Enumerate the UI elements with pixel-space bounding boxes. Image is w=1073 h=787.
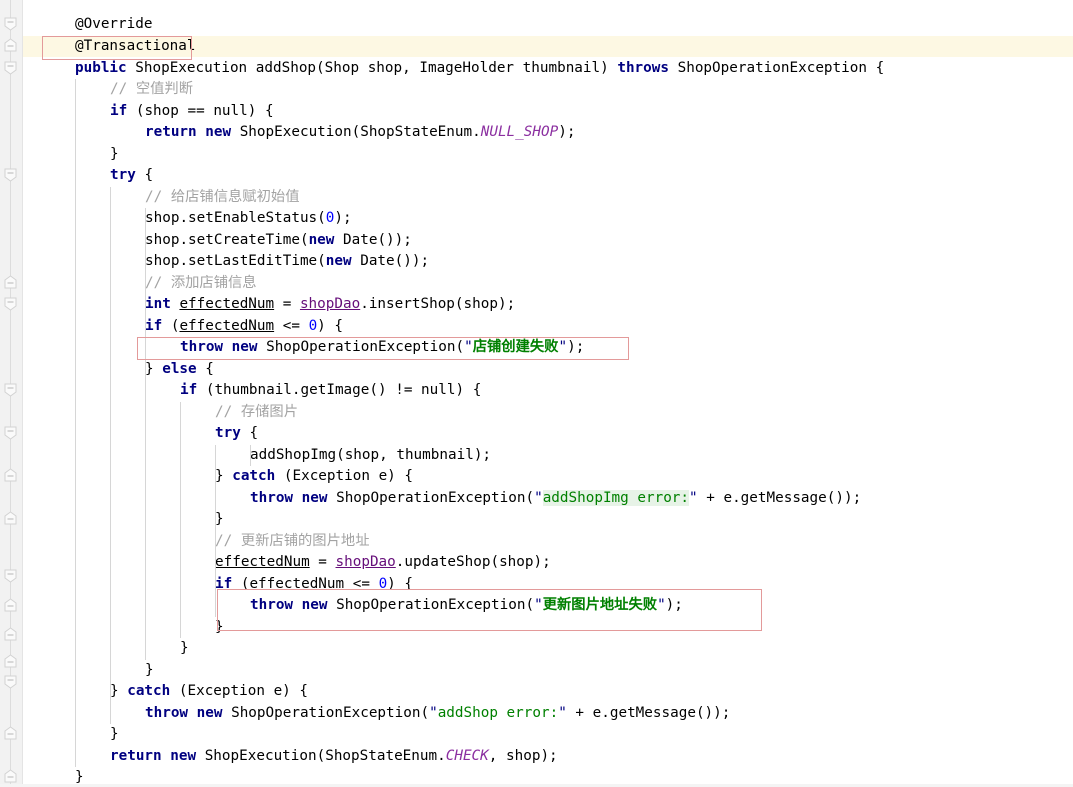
code-line[interactable]: if (effectedNum <= 0) {: [23, 316, 1073, 337]
code-editor[interactable]: @Override @Transactional public ShopExecut…: [0, 0, 1073, 787]
collapse-down-icon[interactable]: [3, 674, 18, 689]
code-line[interactable]: // 给店铺信息赋初始值: [23, 187, 1073, 208]
collapse-down-icon[interactable]: [3, 16, 18, 31]
collapse-up-icon[interactable]: [3, 511, 18, 526]
collapse-down-icon[interactable]: [3, 568, 18, 583]
code-line[interactable]: }: [23, 724, 1073, 745]
indent-guide: [145, 208, 146, 660]
code-line[interactable]: try {: [23, 165, 1073, 186]
code-line[interactable]: if (thumbnail.getImage() != null) {: [23, 380, 1073, 401]
collapse-up-icon[interactable]: [3, 654, 18, 669]
code-line[interactable]: // 添加店铺信息: [23, 273, 1073, 294]
code-line[interactable]: } else {: [23, 359, 1073, 380]
code-line[interactable]: return new ShopExecution(ShopStateEnum.N…: [23, 122, 1073, 143]
code-line[interactable]: shop.setEnableStatus(0);: [23, 208, 1073, 229]
code-line[interactable]: shop.setCreateTime(new Date());: [23, 230, 1073, 251]
collapse-up-icon[interactable]: [3, 38, 18, 53]
code-line[interactable]: return new ShopExecution(ShopStateEnum.C…: [23, 746, 1073, 767]
collapse-up-icon[interactable]: [3, 468, 18, 483]
code-line[interactable]: public ShopExecution addShop(Shop shop, …: [23, 58, 1073, 79]
collapse-up-icon[interactable]: [3, 726, 18, 741]
collapse-up-icon[interactable]: [3, 769, 18, 784]
code-line[interactable]: }: [23, 144, 1073, 165]
indent-guide: [215, 445, 216, 509]
code-content[interactable]: @Override @Transactional public ShopExecut…: [23, 0, 1073, 787]
collapse-down-icon[interactable]: [3, 425, 18, 440]
code-line[interactable]: @Transactional: [23, 36, 1073, 57]
indent-guide: [75, 79, 76, 767]
collapse-down-icon[interactable]: [3, 296, 18, 311]
collapse-down-icon[interactable]: [3, 382, 18, 397]
indent-guide: [250, 445, 251, 466]
code-line[interactable]: throw new ShopOperationException("addSho…: [23, 703, 1073, 724]
collapse-up-icon[interactable]: [3, 598, 18, 613]
code-line[interactable]: }: [23, 660, 1073, 681]
code-line[interactable]: @Override: [23, 14, 1073, 35]
code-line[interactable]: }: [23, 638, 1073, 659]
collapse-up-icon[interactable]: [3, 275, 18, 290]
indent-guide: [180, 402, 181, 638]
collapse-down-icon[interactable]: [3, 167, 18, 182]
collapse-down-icon[interactable]: [3, 60, 18, 75]
indent-guide: [110, 187, 111, 724]
code-line[interactable]: // 空值判断: [23, 79, 1073, 100]
code-line[interactable]: } catch (Exception e) {: [23, 681, 1073, 702]
collapse-up-icon[interactable]: [3, 627, 18, 642]
code-line[interactable]: int effectedNum = shopDao.insertShop(sho…: [23, 294, 1073, 315]
code-line[interactable]: throw new ShopOperationException("店铺创建失败…: [23, 337, 1073, 358]
code-line[interactable]: if (shop == null) {: [23, 101, 1073, 122]
code-line[interactable]: shop.setLastEditTime(new Date());: [23, 251, 1073, 272]
editor-gutter[interactable]: [0, 0, 23, 787]
